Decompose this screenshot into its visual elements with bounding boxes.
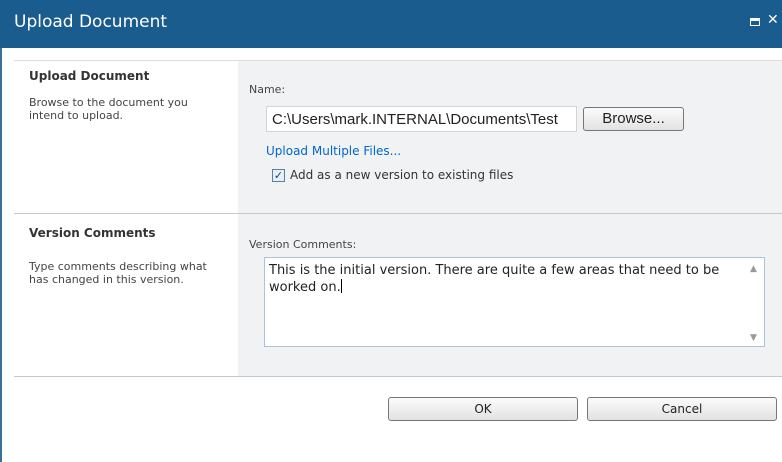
scroll-down-arrow-icon[interactable]: ▼ <box>750 333 757 343</box>
footer-divider <box>14 376 782 377</box>
upload-section-heading: Upload Document <box>29 69 150 83</box>
close-icon[interactable]: ✕ <box>767 12 779 28</box>
dialog-title-bar: Upload Document ✕ <box>0 0 782 48</box>
dialog-title: Upload Document <box>14 12 168 32</box>
cancel-button[interactable]: Cancel <box>587 397 777 421</box>
dialog-left-border <box>0 48 2 462</box>
version-comments-text: This is the initial version. There are q… <box>269 263 720 295</box>
upload-section-description: Browse to the document you intend to upl… <box>29 96 188 122</box>
add-as-new-version-checkbox[interactable]: ✓ <box>272 169 285 182</box>
version-section-description: Type comments describing what has change… <box>29 260 207 286</box>
version-section-heading: Version Comments <box>29 226 156 240</box>
version-comments-textarea[interactable]: This is the initial version. There are q… <box>264 257 765 347</box>
scroll-up-arrow-icon[interactable]: ▲ <box>750 264 757 274</box>
upload-multiple-files-link[interactable]: Upload Multiple Files... <box>266 144 401 158</box>
name-field-label: Name: <box>249 83 286 96</box>
section-divider <box>14 213 782 214</box>
version-comments-label: Version Comments: <box>249 238 357 251</box>
ok-button[interactable]: OK <box>388 397 578 421</box>
upload-section-panel <box>238 61 782 213</box>
text-caret <box>340 279 342 293</box>
file-path-input[interactable]: C:\Users\mark.INTERNAL\Documents\Test <box>266 106 577 132</box>
maximize-icon[interactable] <box>750 18 760 26</box>
checkbox-checked-icon: ✓ <box>273 169 284 182</box>
browse-button[interactable]: Browse... <box>583 107 684 131</box>
add-as-new-version-label: Add as a new version to existing files <box>290 168 514 182</box>
